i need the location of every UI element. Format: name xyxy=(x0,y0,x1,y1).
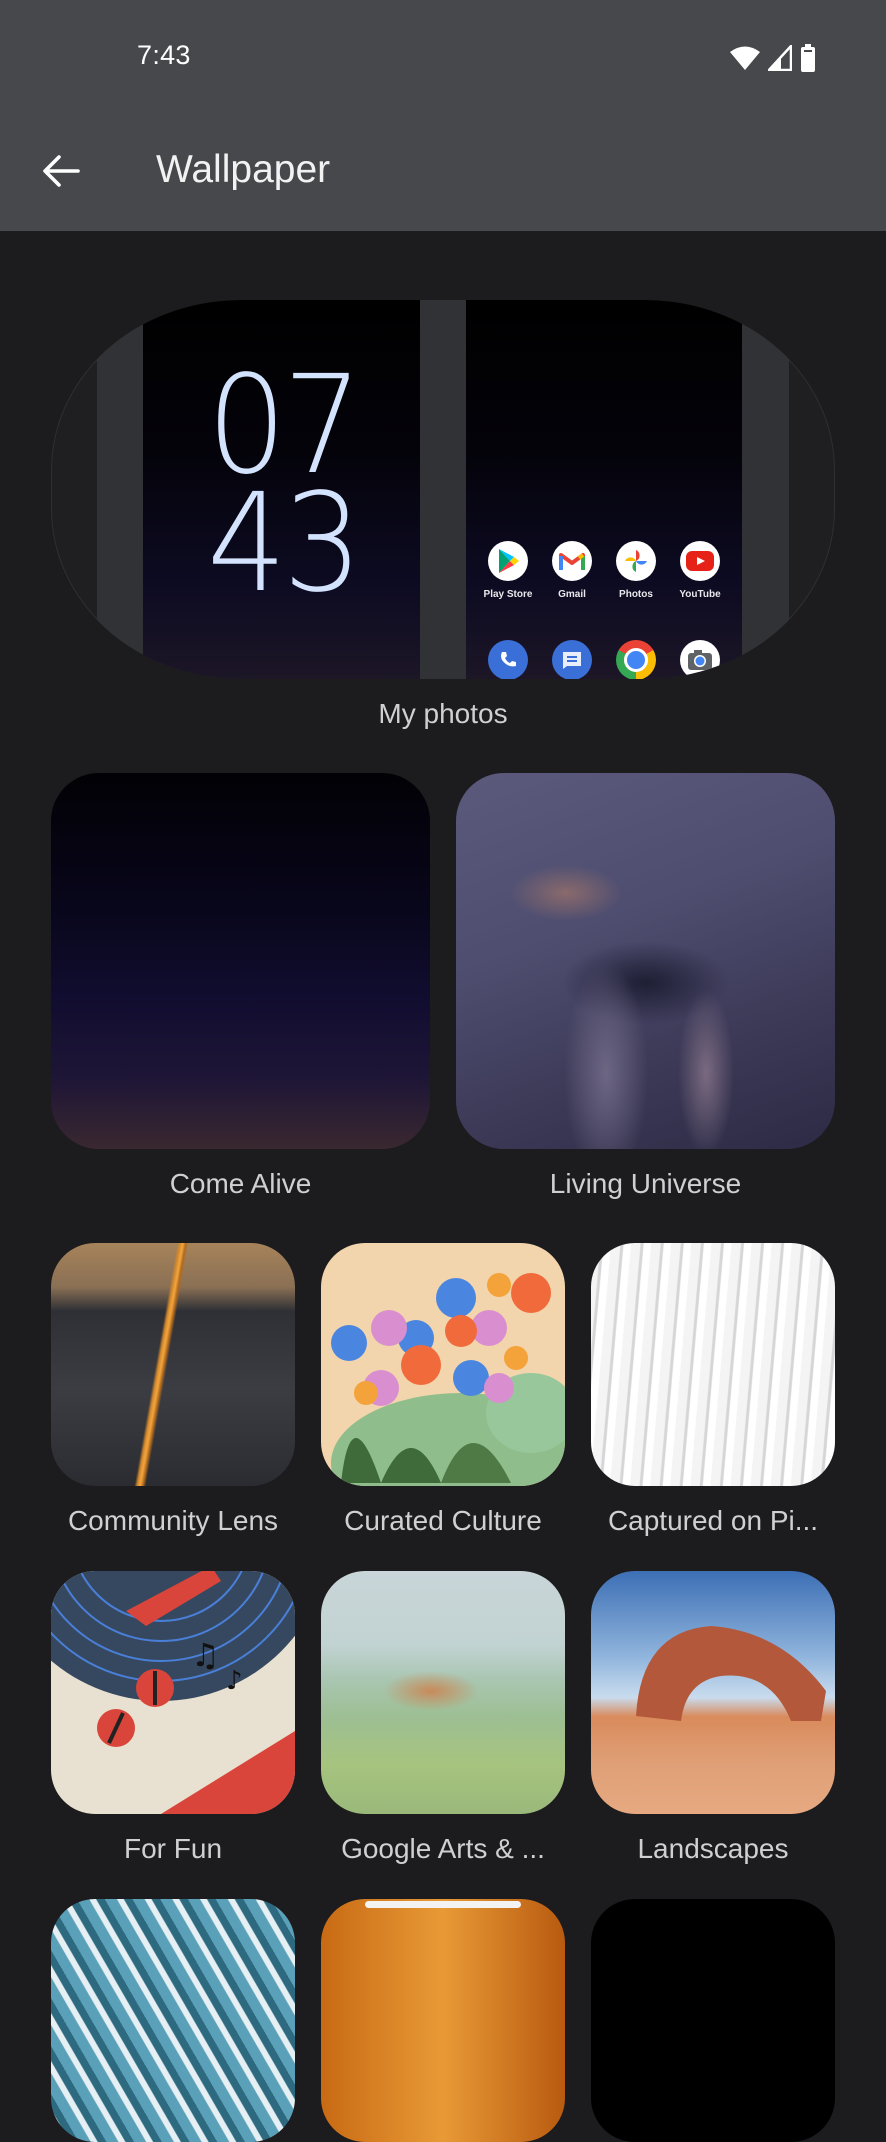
svg-text:♪: ♪ xyxy=(226,1666,243,1696)
lock-clock-minutes: 43 xyxy=(207,465,363,623)
current-wallpaper-label: My photos xyxy=(378,698,508,729)
app-label: Photos xyxy=(619,589,653,600)
category-tile-captured-on-pixel[interactable] xyxy=(591,1243,835,1486)
page-title: Wallpaper xyxy=(156,148,331,191)
camera-icon xyxy=(680,640,720,679)
chrome-icon xyxy=(616,640,656,679)
category-tile-partial-3[interactable] xyxy=(591,1899,835,2142)
category-tile-living-universe[interactable] xyxy=(456,773,835,1149)
app-label: Play Store xyxy=(483,589,533,600)
category-label: Google Arts & ... xyxy=(341,1833,545,1864)
photos-icon xyxy=(616,541,656,581)
preview-divider xyxy=(420,300,466,679)
preview-edge-right xyxy=(742,300,789,679)
app-label: YouTube xyxy=(679,589,721,600)
category-tile-partial-1[interactable] xyxy=(51,1899,295,2142)
app-bar: 7:43 Wallpaper xyxy=(0,0,886,231)
category-tile-google-arts[interactable] xyxy=(321,1571,565,1814)
cellular-signal-icon xyxy=(768,45,792,71)
arrow-back-icon xyxy=(43,155,80,187)
category-tile-partial-2[interactable] xyxy=(321,1899,565,2142)
phone-icon xyxy=(488,640,528,679)
category-label: Living Universe xyxy=(549,1168,742,1199)
app-label: Gmail xyxy=(558,589,586,600)
wifi-icon xyxy=(730,46,760,70)
category-label: For Fun xyxy=(123,1833,223,1864)
youtube-icon xyxy=(680,541,720,581)
category-label: Curated Culture xyxy=(344,1505,542,1536)
preview-edge-left xyxy=(97,300,143,679)
gmail-icon xyxy=(552,541,592,581)
category-tile-community-lens[interactable] xyxy=(51,1243,295,1486)
play-store-icon xyxy=(488,541,528,581)
category-label: Landscapes xyxy=(637,1833,789,1864)
back-button[interactable] xyxy=(34,144,88,198)
record-player-illustration: ♫ ♪ xyxy=(51,1571,295,1814)
gesture-nav-handle[interactable] xyxy=(365,1901,521,1908)
category-label: Come Alive xyxy=(169,1168,312,1199)
lock-screen-preview[interactable]: 07 43 xyxy=(143,300,420,679)
svg-text:♫: ♫ xyxy=(191,1636,220,1674)
category-label: Community Lens xyxy=(67,1505,279,1536)
arch-illustration xyxy=(636,1626,826,1721)
category-label: Captured on Pi... xyxy=(607,1505,819,1536)
home-screen-preview[interactable]: Play Store Gmail Photos YouTube xyxy=(466,300,742,679)
current-wallpaper-preview[interactable]: 07 43 Play Store Gmail Photos YouTube xyxy=(51,300,835,679)
category-tile-come-alive[interactable] xyxy=(51,773,430,1149)
status-time: 7:43 xyxy=(137,40,191,70)
category-tile-for-fun[interactable]: ♫ ♪ xyxy=(51,1571,295,1814)
flowers-illustration xyxy=(331,1273,565,1486)
status-icons xyxy=(730,44,816,72)
category-tile-landscapes[interactable] xyxy=(591,1571,835,1814)
category-tile-curated-culture[interactable] xyxy=(321,1243,565,1486)
messages-icon xyxy=(552,640,592,679)
battery-icon xyxy=(801,44,815,72)
